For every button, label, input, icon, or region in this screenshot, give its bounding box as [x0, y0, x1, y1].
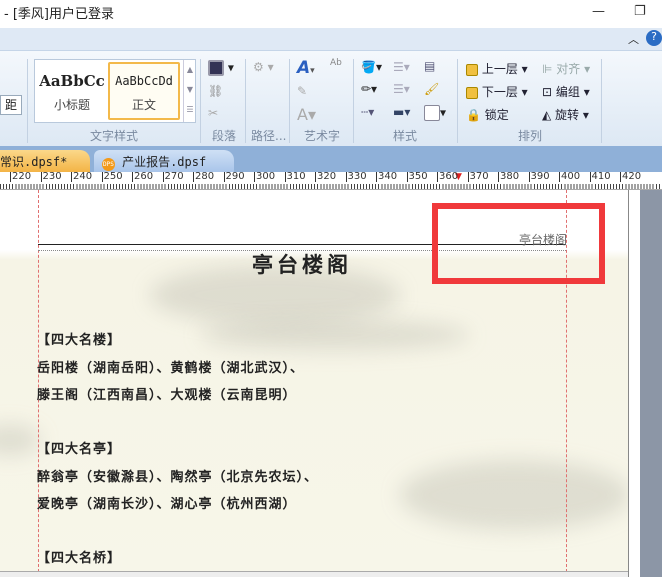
shadow-icon[interactable]: ▾ [424, 105, 446, 121]
restore-button[interactable]: ❐ [634, 4, 646, 19]
ruler-label: 240 [71, 172, 93, 182]
dps-file-icon: DPS [102, 158, 115, 171]
tab-label: 常识.dpsf* [0, 155, 68, 169]
ruler-label: 270 [162, 172, 184, 182]
rotate-button[interactable]: ◭ 旋转 ▾ [542, 106, 589, 123]
button-label: 下一层 [481, 85, 518, 99]
ruler-label: 280 [193, 172, 215, 182]
style-subtitle[interactable]: AaBbCc 小标题 [37, 62, 107, 120]
dash-style-icon[interactable]: ┄▾ [361, 105, 374, 119]
section-heading[interactable]: 【四大名桥】 [37, 547, 121, 566]
section-heading[interactable]: 【四大名亭】 [37, 438, 121, 457]
group-label: 样式 [393, 129, 418, 143]
collapse-ribbon-icon[interactable]: ︿ [628, 31, 639, 47]
style-sample: AaBbCc [39, 72, 105, 90]
section-heading[interactable]: 【四大名楼】 [37, 329, 121, 348]
paragraph[interactable]: 爱晚亭（湖南长沙）、湖心亭（杭州西湖） [37, 493, 297, 512]
group-label: 艺术字 [304, 129, 341, 143]
wordart-shape-icon[interactable]: A▾ [297, 105, 316, 124]
ruler-label: 370 [467, 172, 489, 182]
button-label: 上一层 [481, 62, 518, 76]
tab-label: 产业报告.dpsf [122, 155, 207, 169]
ruler-label: 400 [559, 172, 581, 182]
ruler-label: 390 [528, 172, 550, 182]
style-sample: AaBbCcDd [115, 74, 173, 88]
lock-icon: 🔒 [466, 108, 481, 122]
style-gallery: AaBbCc 小标题 AaBbCcDd 正文 ▲ ▼ ☰ [34, 59, 196, 123]
group-label: 路径... [251, 129, 287, 143]
button-label: 旋转 [555, 108, 580, 122]
button-label: 编组 [555, 85, 580, 99]
group-button[interactable]: ⊡ 编组 ▾ [542, 83, 590, 100]
group-label: 段落 [212, 129, 237, 143]
group-label: 排列 [518, 129, 543, 143]
horizontal-scrollbar[interactable] [0, 571, 628, 577]
text-wrap-icon[interactable]: ▾ [208, 60, 234, 76]
wordart-edit-icon[interactable]: ✎ [297, 84, 307, 98]
ruler-label: 290 [223, 172, 245, 182]
button-label: 锁定 [484, 108, 509, 122]
style-label: 小标题 [53, 98, 90, 112]
wordart-fill-icon[interactable]: A▾ [297, 58, 315, 78]
align-button[interactable]: ⊫ 对齐 ▾ [542, 60, 590, 77]
ruler-label: 260 [132, 172, 154, 182]
arrow-style-icon[interactable]: ☰▾ [393, 60, 410, 74]
gallery-scroll[interactable]: ▲ ▼ ☰ [183, 60, 196, 122]
spacing-button[interactable]: 距 [0, 95, 22, 115]
unlink-icon[interactable]: ✂ [208, 106, 218, 120]
ruler-label: 220 [10, 172, 32, 182]
group-label: 文字样式 [90, 129, 139, 143]
document-title[interactable]: 亭台楼阁 [252, 249, 352, 279]
style-label: 正文 [131, 98, 156, 112]
shape-effect-icon[interactable]: ▤ [424, 59, 435, 73]
bring-forward-button[interactable]: 上一层 ▾ [466, 60, 528, 77]
line-color-icon[interactable]: ✏▾ [361, 82, 377, 96]
ribbon-tab-row: ︿ ? [0, 28, 662, 50]
ruler-label: 350 [406, 172, 428, 182]
ruler-label: 420 [620, 172, 642, 182]
wordart-text-icon[interactable]: Ab [330, 58, 342, 68]
document-tab-strip: 常识.dpsf* ✕ DPS 产业报告.dpsf ✕ [0, 146, 662, 185]
ruler-label: 410 [589, 172, 611, 182]
ruler-label: 310 [284, 172, 306, 182]
help-icon[interactable]: ? [646, 30, 662, 46]
lock-button[interactable]: 🔒 锁定 [466, 106, 509, 123]
window-title: - [季风]用户已登录 [4, 7, 114, 22]
ruler-label: 300 [254, 172, 276, 182]
ruler-label: 230 [40, 172, 62, 182]
path-icon[interactable]: ⚙ ▾ [253, 60, 274, 74]
minimize-button[interactable]: — [592, 4, 605, 19]
ruler-label: 330 [345, 172, 367, 182]
paragraph[interactable]: 滕王阁（江西南昌）、大观楼（云南昆明） [37, 384, 297, 403]
ruler-label: 360 [437, 172, 459, 182]
paragraph[interactable]: 醉翁亭（安徽滁县）、陶然亭（北京先农坛）、 [37, 466, 318, 485]
paragraph[interactable]: 岳阳楼（湖南岳阳）、黄鹤楼（湖北武汉）、 [37, 357, 304, 376]
horizontal-ruler[interactable]: ▼ 220 230 240 250 260 270 280 290 300 310 320 330 34… [0, 172, 662, 190]
ribbon: 距 AaBbCc 小标题 AaBbCcDd 正文 ▲ ▼ ☰ 文字样式 ▾ ⛓ ✂ … [0, 50, 662, 146]
ruler-label: 320 [315, 172, 337, 182]
tab-document-1[interactable]: 常识.dpsf* ✕ [0, 150, 90, 184]
ruler-label: 380 [498, 172, 520, 182]
link-icon[interactable]: ⛓ [208, 84, 223, 98]
send-backward-button[interactable]: 下一层 ▾ [466, 83, 528, 100]
tab-document-2[interactable]: DPS 产业报告.dpsf ✕ [94, 150, 234, 185]
ruler-label: 340 [376, 172, 398, 182]
fill-color-icon[interactable]: 🪣▾ [361, 60, 382, 74]
format-painter-icon[interactable]: 🖌 [424, 82, 439, 96]
line-weight-icon[interactable]: ▬▾ [393, 105, 410, 119]
title-bar: - [季风]用户已登录 — ❐ [0, 0, 662, 28]
workspace-background [640, 190, 662, 577]
ruler-label: 250 [101, 172, 123, 182]
style-body[interactable]: AaBbCcDd 正文 [108, 62, 180, 120]
highlight-annotation-box [432, 203, 605, 284]
line-style-icon[interactable]: ☰▾ [393, 82, 410, 96]
button-label: 对齐 [556, 62, 581, 76]
